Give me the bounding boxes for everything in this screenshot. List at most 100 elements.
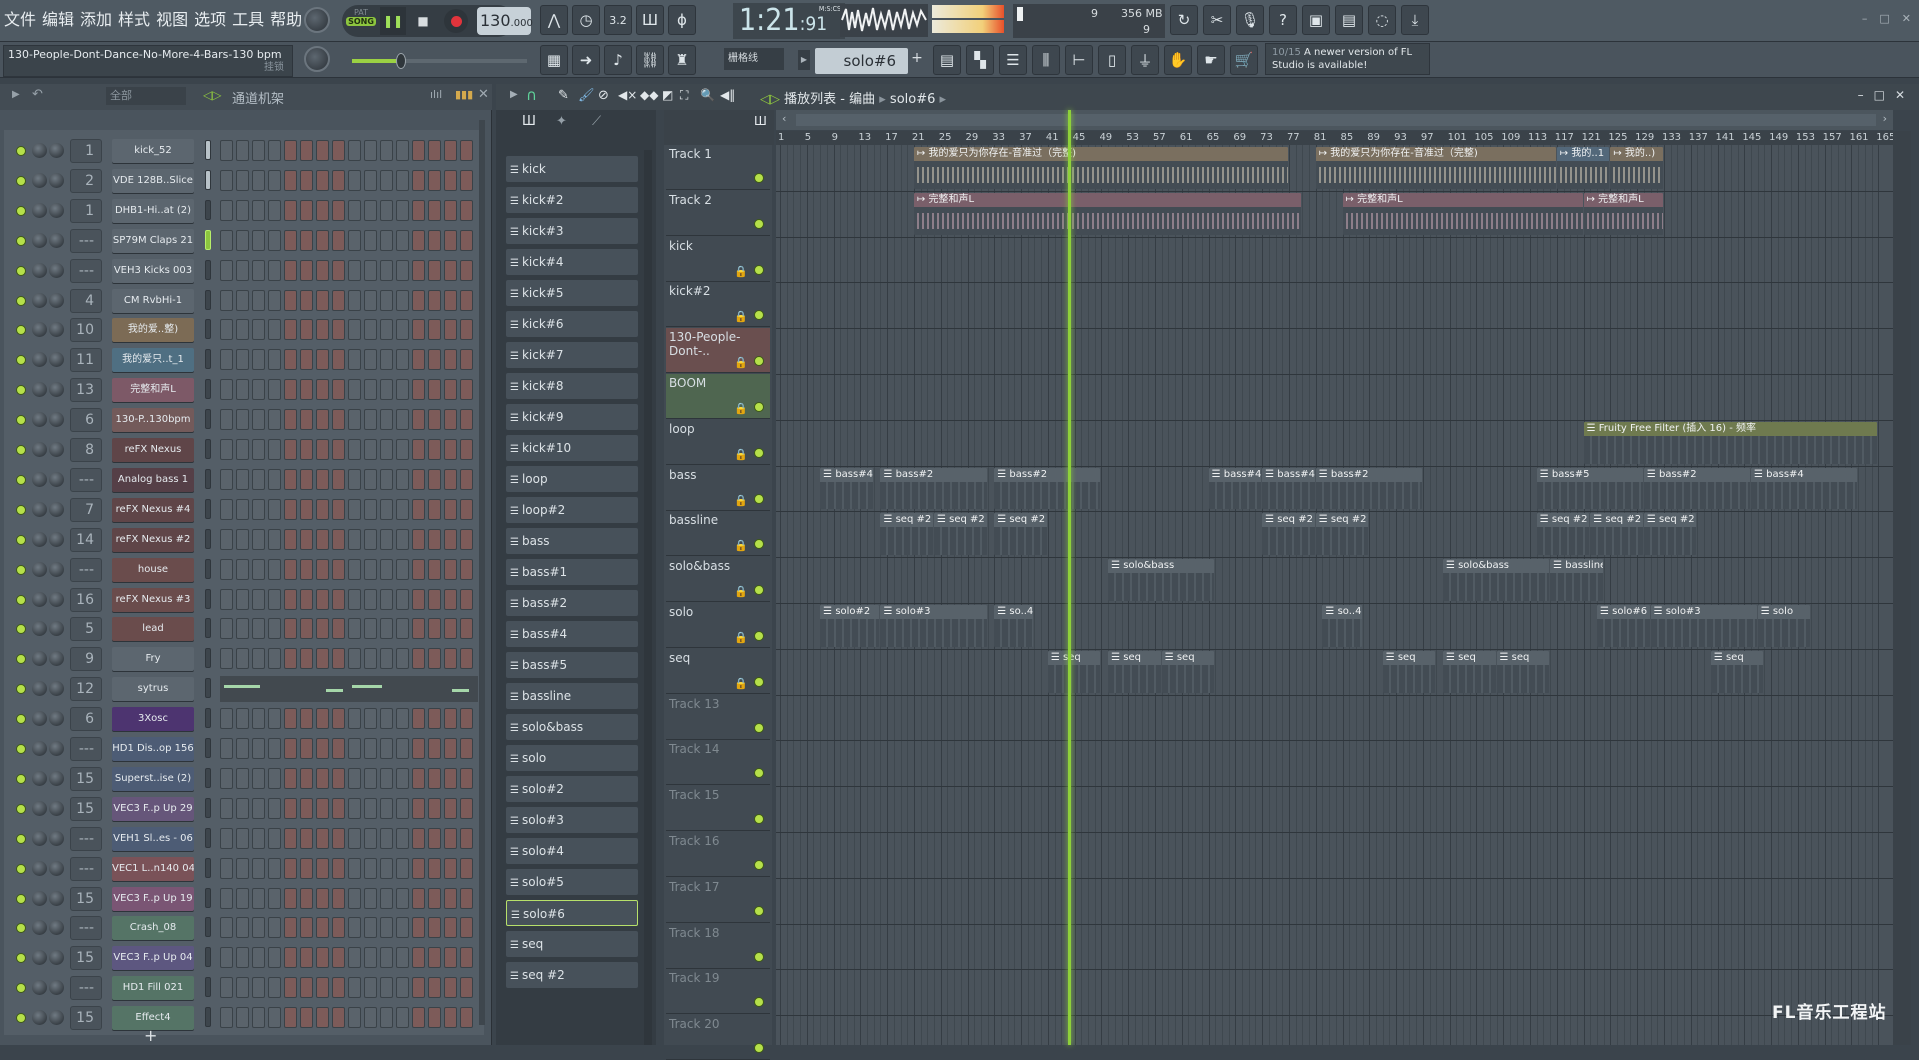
step-button[interactable] — [284, 588, 297, 610]
step-button[interactable] — [268, 319, 281, 341]
step-button[interactable] — [236, 468, 249, 490]
step-button[interactable] — [252, 648, 265, 670]
playlist-overview[interactable]: ‹ › — [776, 110, 1893, 130]
channel-mute-led[interactable] — [16, 654, 26, 665]
step-button[interactable] — [332, 947, 345, 969]
lock-icon[interactable]: 🔒 — [734, 356, 748, 369]
step-button[interactable] — [236, 498, 249, 520]
step-button[interactable] — [284, 319, 297, 341]
step-button[interactable] — [252, 169, 265, 191]
step-button[interactable] — [364, 199, 377, 221]
channel-volume-knob[interactable] — [49, 950, 64, 966]
zoom-tool-icon[interactable]: 🔍 — [700, 88, 715, 102]
channel-pan-knob[interactable] — [32, 980, 47, 996]
step-button[interactable] — [252, 140, 265, 161]
mixer-track-number[interactable]: 10 — [70, 318, 102, 343]
step-button[interactable] — [444, 468, 457, 490]
step-button[interactable] — [316, 199, 329, 221]
channel-name-button[interactable]: 130-P..130bpm — [112, 408, 194, 433]
step-button[interactable] — [284, 379, 297, 401]
step-button[interactable] — [220, 558, 233, 580]
step-button[interactable] — [428, 439, 441, 460]
chat-icon[interactable]: ◌ — [1368, 5, 1396, 35]
track-enable-led[interactable] — [754, 218, 764, 229]
step-button[interactable] — [236, 319, 249, 341]
step-button[interactable] — [348, 439, 361, 460]
pattern-item[interactable]: ☰ bass#1 — [506, 559, 638, 585]
step-button[interactable] — [220, 379, 233, 401]
step-button[interactable] — [252, 349, 265, 371]
step-button[interactable] — [220, 618, 233, 640]
step-button[interactable] — [428, 409, 441, 431]
channel-select-indicator[interactable] — [205, 857, 211, 878]
step-button[interactable] — [268, 379, 281, 401]
lock-icon[interactable]: 🔒 — [734, 677, 748, 690]
step-button[interactable] — [316, 947, 329, 969]
step-button[interactable] — [460, 887, 473, 909]
note-icon[interactable]: ♪ — [604, 45, 632, 75]
step-button[interactable] — [252, 887, 265, 909]
track-header[interactable]: Track 20 — [666, 1015, 770, 1060]
step-button[interactable] — [444, 767, 457, 789]
step-button[interactable] — [268, 947, 281, 969]
step-button[interactable] — [380, 1007, 393, 1029]
menu-file[interactable]: 文件 — [4, 6, 36, 30]
step-button[interactable] — [316, 977, 329, 999]
step-button[interactable] — [252, 468, 265, 490]
step-button[interactable] — [364, 857, 377, 879]
mixer-track-number[interactable]: 15 — [70, 766, 102, 791]
step-button[interactable] — [460, 199, 473, 221]
step-button[interactable] — [364, 169, 377, 191]
pattern-item[interactable]: ☰ kick#4 — [506, 249, 638, 275]
step-button[interactable] — [396, 409, 409, 431]
step-button[interactable] — [332, 1007, 345, 1029]
step-button[interactable] — [396, 947, 409, 969]
step-button[interactable] — [284, 468, 297, 490]
step-button[interactable] — [444, 708, 457, 730]
step-button[interactable] — [428, 708, 441, 730]
step-button[interactable] — [348, 917, 361, 939]
step-button[interactable] — [284, 738, 297, 759]
channel-name-button[interactable]: Analog bass 1 — [112, 467, 194, 492]
step-button[interactable] — [412, 767, 425, 789]
channel-name-button[interactable]: reFX Nexus #2 — [112, 527, 194, 552]
audio-view-icon[interactable]: ✦ — [556, 114, 567, 129]
channel-select-indicator[interactable] — [205, 498, 211, 519]
step-button[interactable] — [444, 319, 457, 341]
step-button[interactable] — [284, 977, 297, 999]
track-enable-led[interactable] — [754, 905, 764, 916]
step-button[interactable] — [268, 767, 281, 789]
channel-name-button[interactable]: VEC3 F..p Up 19 — [112, 886, 194, 911]
step-button[interactable] — [428, 827, 441, 849]
channel-volume-knob[interactable] — [49, 741, 64, 756]
step-button[interactable] — [300, 169, 313, 191]
step-button[interactable] — [300, 259, 313, 281]
menu-patterns[interactable]: 样式 — [118, 6, 150, 30]
channel-volume-knob[interactable] — [49, 830, 64, 846]
step-button[interactable] — [380, 379, 393, 401]
playlist-clip[interactable]: ☰ seq — [1161, 650, 1215, 693]
step-button[interactable] — [316, 1007, 329, 1029]
channel-select-indicator[interactable] — [205, 767, 211, 788]
step-button[interactable] — [236, 259, 249, 281]
step-button[interactable] — [268, 977, 281, 999]
step-button[interactable] — [252, 618, 265, 640]
step-button[interactable] — [396, 439, 409, 460]
step-button[interactable] — [284, 767, 297, 789]
hand-icon[interactable]: ☛ — [1197, 45, 1225, 75]
mixer-track-number[interactable]: 1 — [70, 139, 102, 163]
channel-pan-knob[interactable] — [32, 322, 47, 338]
track-enable-led[interactable] — [754, 539, 764, 550]
step-button[interactable] — [428, 528, 441, 550]
step-button[interactable] — [428, 887, 441, 909]
track-header[interactable]: solo 🔒 — [666, 603, 770, 648]
step-button[interactable] — [220, 588, 233, 610]
channel-pan-knob[interactable] — [32, 800, 47, 816]
step-button[interactable] — [300, 289, 313, 311]
step-button[interactable] — [252, 827, 265, 849]
playlist-clip[interactable]: ↦ 完整和声L — [913, 192, 1302, 235]
step-button[interactable] — [268, 439, 281, 460]
mixer-track-number[interactable]: 8 — [70, 438, 102, 462]
channel-name-button[interactable]: reFX Nexus #4 — [112, 497, 194, 522]
channel-name-button[interactable]: HD1 Dis..op 156 — [112, 737, 194, 761]
